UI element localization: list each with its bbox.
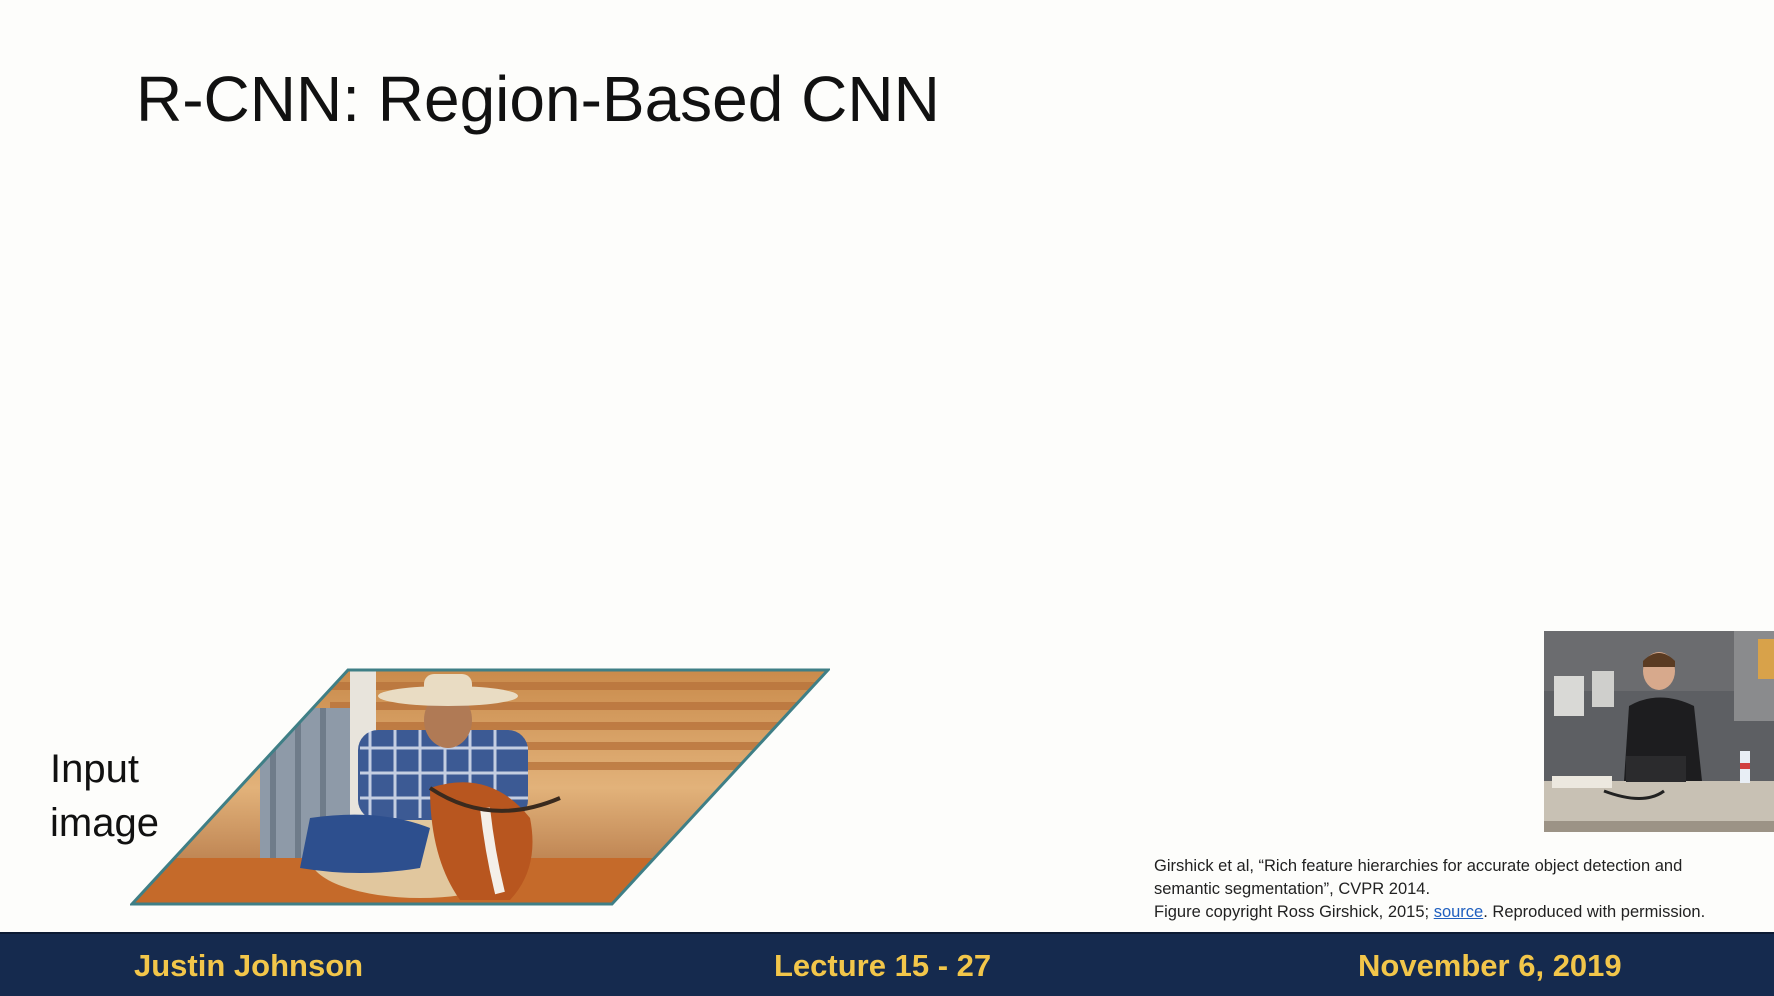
citation: Girshick et al, “Rich feature hierarchie… [1154, 855, 1764, 924]
citation-line-1: Girshick et al, “Rich feature hierarchie… [1154, 857, 1683, 875]
citation-line-2: semantic segmentation”, CVPR 2014. [1154, 880, 1431, 898]
source-link[interactable]: source [1434, 903, 1484, 921]
footer-bar: Justin Johnson Lecture 15 - 27 November … [0, 932, 1774, 996]
citation-copyright: Figure copyright Ross Girshick, 2015; [1154, 903, 1434, 921]
footer-date: November 6, 2019 [1358, 948, 1622, 983]
citation-permission: . Reproduced with permission. [1483, 903, 1706, 921]
slide: R-CNN: Region-Based CNN Input image Girs… [0, 0, 1774, 994]
slide-title: R-CNN: Region-Based CNN [136, 63, 940, 135]
footer-author: Justin Johnson [134, 948, 364, 983]
citation-line-3: Figure copyright Ross Girshick, 2015; so… [1154, 901, 1764, 924]
input-image [130, 668, 830, 906]
footer-lecture-number: Lecture 15 - 27 [774, 948, 992, 983]
speaker-webcam-video[interactable] [1544, 631, 1774, 832]
